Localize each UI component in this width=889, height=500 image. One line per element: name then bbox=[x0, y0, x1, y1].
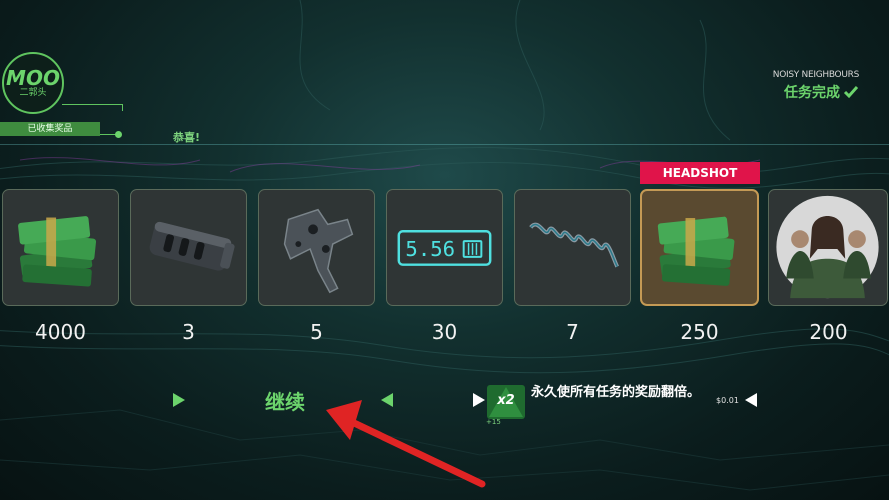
muzzle-brake-icon bbox=[149, 221, 235, 271]
cash-stack-icon bbox=[657, 216, 735, 286]
logo-title: MOO bbox=[6, 65, 60, 90]
bonus-arrow-right-icon bbox=[745, 393, 757, 407]
header-separator bbox=[0, 144, 889, 145]
ammo-caliber-label: 5.56 bbox=[405, 237, 455, 261]
continue-arrow-right-icon bbox=[381, 393, 393, 407]
mission-status-text: 任务完成 bbox=[784, 85, 840, 101]
bonus-arrow-left-icon bbox=[473, 393, 485, 407]
logo-connector-line bbox=[62, 104, 123, 111]
continue-arrow-left-icon bbox=[173, 393, 185, 407]
mission-name: NOISY NEIGHBOURS bbox=[772, 70, 860, 80]
double-rewards-badge[interactable]: x2 bbox=[487, 385, 525, 419]
headshot-tag: HEADSHOT bbox=[640, 162, 760, 184]
continue-button[interactable]: 继续 bbox=[240, 386, 330, 415]
collected-rewards-label: 已收集奖品 bbox=[0, 122, 100, 136]
ammo-counter-icon: 5.56 bbox=[397, 230, 492, 266]
reward-quantity: 5 bbox=[310, 320, 323, 344]
reward-card-ammo[interactable]: 5.56 bbox=[386, 189, 503, 306]
survivors-portrait-icon bbox=[776, 195, 879, 299]
trigger-assembly-icon bbox=[283, 208, 354, 294]
collected-dot bbox=[115, 131, 122, 138]
reward-card-muzzle-brake[interactable] bbox=[130, 189, 247, 306]
double-rewards-sub: +15 bbox=[486, 418, 501, 426]
reward-card-trigger[interactable] bbox=[258, 189, 375, 306]
double-rewards-label: x2 bbox=[497, 393, 515, 408]
reward-quantity: 7 bbox=[566, 320, 579, 344]
reward-card-cash-headshot[interactable] bbox=[640, 189, 759, 306]
reward-quantity: 250 bbox=[680, 320, 719, 344]
cash-stack-icon bbox=[18, 216, 97, 287]
team-logo: MOO 二郭头 bbox=[2, 52, 64, 114]
reward-quantity: 4000 bbox=[35, 320, 86, 344]
reward-card-spring[interactable] bbox=[514, 189, 631, 306]
double-rewards-price[interactable]: $0.01 bbox=[716, 396, 739, 405]
double-rewards-description: 永久使所有任务的奖励翻倍。 bbox=[531, 385, 701, 400]
congrats-text: 恭喜! bbox=[173, 131, 201, 144]
spring-icon bbox=[529, 222, 620, 268]
logo-subtitle: 二郭头 bbox=[19, 87, 47, 98]
reward-card-survivors[interactable] bbox=[768, 189, 888, 306]
mission-status: 任务完成 bbox=[784, 82, 859, 102]
reward-quantity: 3 bbox=[182, 320, 195, 344]
checkmark-icon bbox=[843, 86, 859, 99]
reward-quantity: 30 bbox=[431, 320, 458, 344]
reward-card-cash[interactable] bbox=[2, 189, 119, 306]
reward-quantity: 200 bbox=[809, 320, 848, 344]
